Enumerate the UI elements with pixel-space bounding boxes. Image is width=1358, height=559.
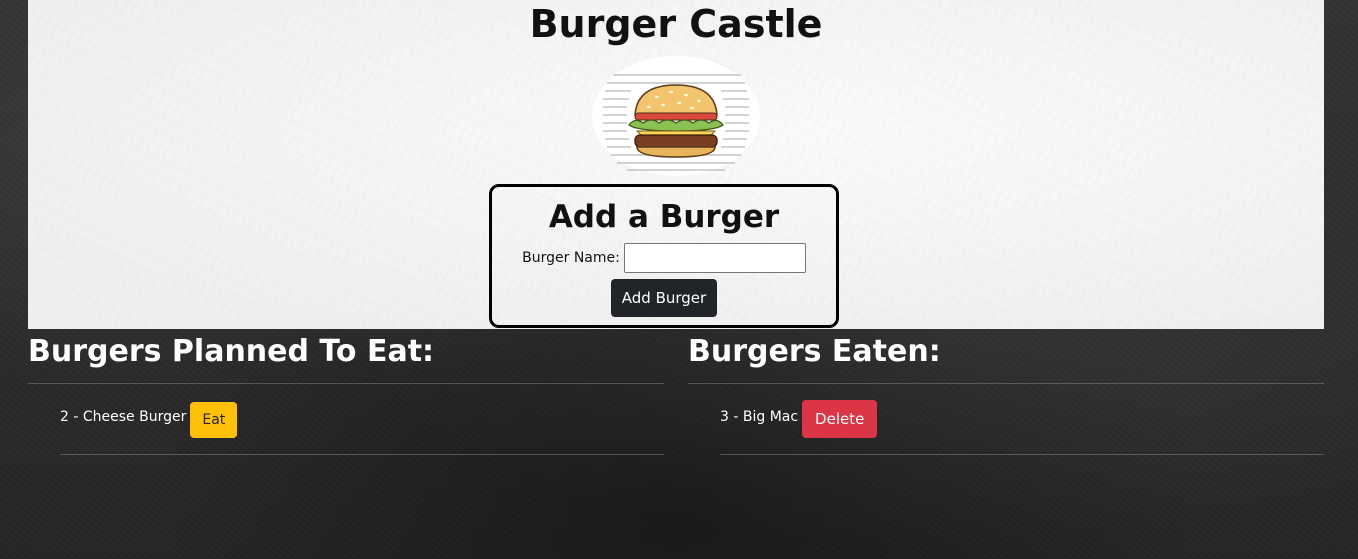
eaten-item-text: 3 - Big Mac <box>720 409 799 425</box>
planned-item-text: 2 - Cheese Burger <box>60 409 187 425</box>
eaten-title: Burgers Eaten: <box>688 334 941 369</box>
burger-logo-icon <box>591 55 761 177</box>
planned-title: Burgers Planned To Eat: <box>28 334 435 369</box>
eaten-divider <box>688 383 1324 384</box>
eaten-section: Burgers Eaten: 3 - Big Mac Delete <box>688 329 1324 459</box>
burger-name-input[interactable] <box>623 243 806 273</box>
burger-name-row: Burger Name: <box>492 243 836 273</box>
site-title: Burger Castle <box>529 2 823 46</box>
list-item: 2 - Cheese Burger Eat <box>60 400 664 455</box>
add-burger-button[interactable]: Add Burger <box>611 279 717 317</box>
delete-button[interactable]: Delete <box>802 400 878 438</box>
planned-divider <box>28 383 664 384</box>
add-burger-heading: Add a Burger <box>548 199 780 235</box>
burger-name-label: Burger Name: <box>522 250 620 266</box>
header-jumbotron: Burger Castle Add a Burger Burger Name: … <box>28 0 1324 329</box>
eat-button[interactable]: Eat <box>190 402 238 438</box>
add-burger-card: Add a Burger Burger Name: Add Burger <box>489 184 839 328</box>
list-item: 3 - Big Mac Delete <box>720 400 1324 455</box>
planned-section: Burgers Planned To Eat: 2 - Cheese Burge… <box>28 329 664 459</box>
